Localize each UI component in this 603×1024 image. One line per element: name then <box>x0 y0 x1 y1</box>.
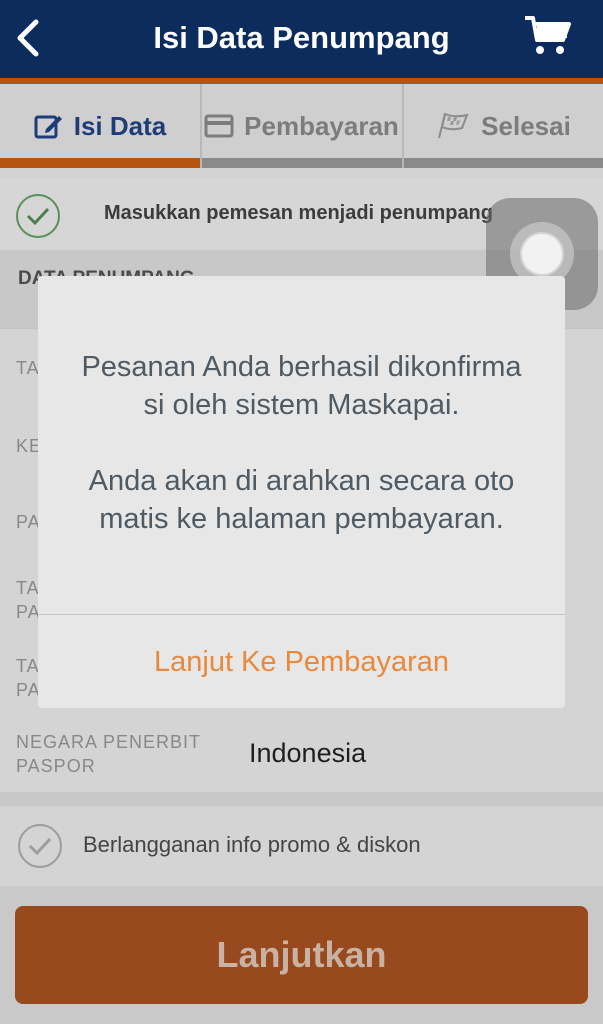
issuing-country-value: Indonesia <box>249 738 367 768</box>
dialog-message-line: Pesanan Anda berhasil dikonfirma <box>81 351 522 383</box>
passenger-as-booker-label: Masukkan pemesan menjadi penumpang <box>104 202 493 224</box>
field-label: TA <box>16 358 40 378</box>
tab-indicator <box>404 158 603 168</box>
continue-button[interactable]: Lanjutkan <box>15 906 588 1004</box>
tab-divider <box>402 84 404 168</box>
dialog-message-line: matis ke halaman pembayaran. <box>99 503 504 535</box>
tab-label: Selesai <box>481 110 571 141</box>
subscribe-row[interactable]: Berlangganan info promo & diskon <box>0 806 603 886</box>
field-label: TA PA <box>16 578 41 622</box>
tab-selesai[interactable]: Selesai <box>403 84 603 168</box>
dialog-message-line: Anda akan di arahkan secara oto <box>88 465 515 497</box>
tab-label: Isi Data <box>73 110 167 141</box>
subscribe-label: Berlangganan info promo & diskon <box>83 832 421 857</box>
edit-icon <box>34 115 62 139</box>
checkmark-icon[interactable] <box>16 194 60 238</box>
tab-pembayaran[interactable]: Pembayaran <box>201 84 402 168</box>
proceed-to-payment-button[interactable]: Lanjut Ke Pembayaran <box>38 615 565 708</box>
cart-icon[interactable] <box>523 14 573 56</box>
active-tab-indicator <box>0 158 200 168</box>
field-label: NEGARA PENERBIT PASPOR <box>16 732 202 776</box>
tab-divider <box>200 84 202 168</box>
tab-indicator <box>202 158 402 168</box>
spacer <box>0 792 603 806</box>
finish-flag-icon <box>438 112 469 139</box>
field-label: PA <box>16 512 41 532</box>
issuing-country-field[interactable]: NEGARA PENERBIT PASPOR Indonesia <box>0 716 603 793</box>
field-label: TA PA <box>16 656 41 700</box>
page-title: Isi Data Penumpang <box>153 20 450 55</box>
dialog-message-line: si oleh sistem Maskapai. <box>143 389 460 421</box>
assistive-touch-dot-icon <box>520 232 564 276</box>
tab-label: Pembayaran <box>244 110 399 141</box>
checkmark-icon[interactable] <box>18 824 62 868</box>
tab-isi-data[interactable]: Isi Data <box>0 84 200 168</box>
credit-card-icon <box>204 114 234 138</box>
dialog-message: Pesanan Anda berhasil dikonfirma si oleh… <box>38 348 565 538</box>
